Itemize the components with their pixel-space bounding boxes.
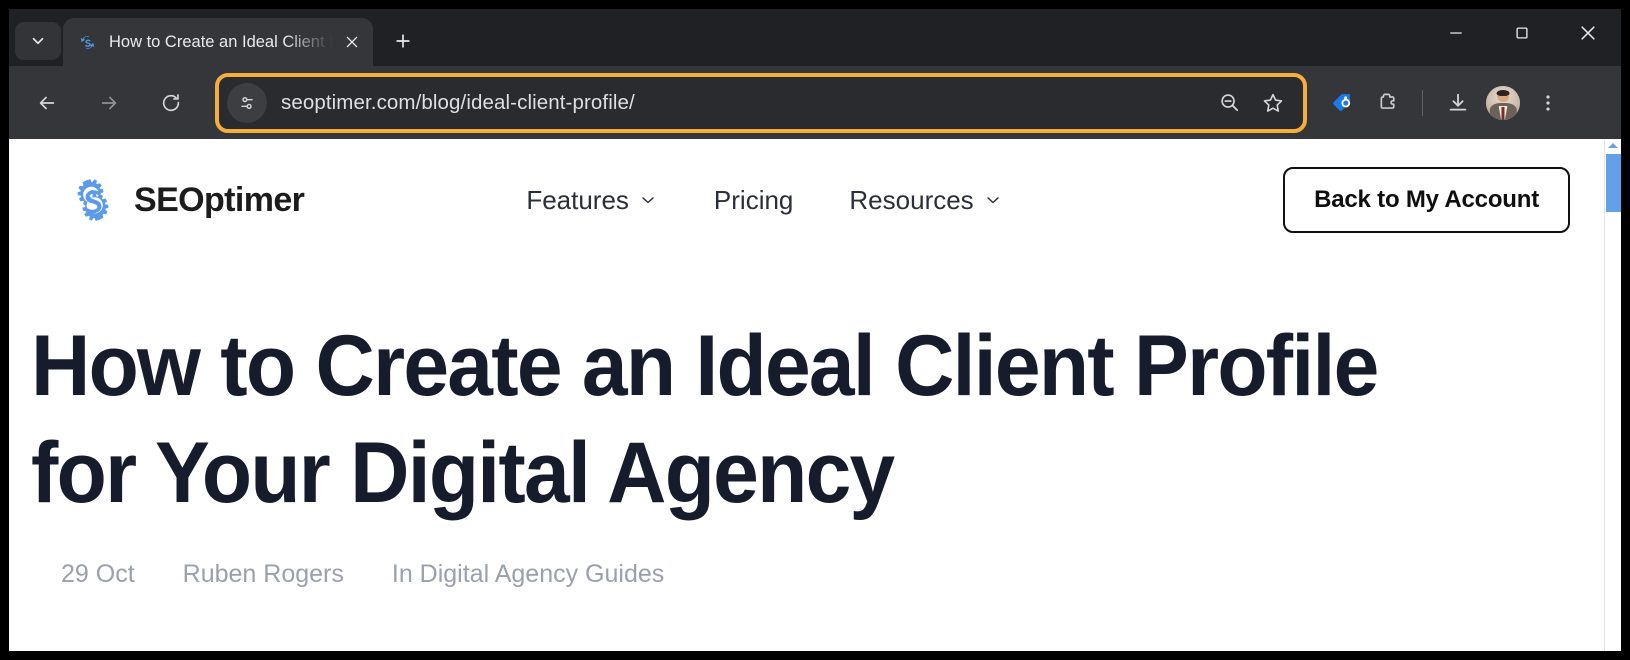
- address-bar-wrapper: seoptimer.com/blog/ideal-client-profile/: [215, 72, 1307, 133]
- article-date: 29 Oct: [61, 560, 135, 589]
- minimize-button[interactable]: [1423, 9, 1489, 57]
- zoom-out-icon: [1220, 94, 1238, 112]
- new-tab-button[interactable]: [383, 21, 423, 61]
- browser-tab-active[interactable]: How to Create an Ideal Client Pr: [63, 18, 373, 66]
- article-author[interactable]: Ruben Rogers: [183, 560, 344, 589]
- chevron-down-icon: [986, 197, 999, 204]
- avatar-tie: [1501, 106, 1505, 120]
- screenshot-root: How to Create an Ideal Client Pr seoptim…: [0, 0, 1630, 660]
- article-category[interactable]: In Digital Agency Guides: [392, 560, 664, 589]
- back-arrow-icon: [39, 96, 55, 109]
- scroll-up-arrow-icon[interactable]: [1608, 143, 1618, 148]
- tab-title: How to Create an Ideal Client Pr: [109, 32, 333, 51]
- tag-extension-button[interactable]: [1321, 81, 1365, 125]
- toolbar-right-icons: [1321, 81, 1570, 125]
- puzzle-piece-icon: [1380, 93, 1395, 109]
- maximize-icon: [1516, 27, 1528, 39]
- chevron-down-icon: [642, 197, 654, 204]
- bookmark-button[interactable]: [1251, 81, 1295, 125]
- three-dot-menu-icon: [1546, 94, 1550, 111]
- extensions-button[interactable]: [1365, 81, 1409, 125]
- nav-label-pricing: Pricing: [713, 184, 794, 215]
- page-title: How to Create an Ideal Client Profile fo…: [31, 318, 1379, 521]
- zoom-out-button[interactable]: [1207, 81, 1251, 125]
- nav-label-features: Features: [526, 184, 629, 215]
- toolbar-divider: [1422, 89, 1423, 116]
- tab-close-button[interactable]: [337, 27, 367, 57]
- page-scrollbar[interactable]: [1604, 139, 1621, 651]
- window-close-button[interactable]: [1555, 9, 1621, 57]
- back-to-my-account-button[interactable]: Back to My Account: [1283, 167, 1570, 233]
- nav-item-features[interactable]: Features: [526, 185, 658, 216]
- window-controls: [1423, 9, 1621, 57]
- web-page: SEOptimer Features Pricing Resources Bac…: [9, 139, 1604, 651]
- close-icon: [346, 36, 358, 48]
- download-icon: [1449, 93, 1467, 110]
- seoptimer-favicon: [77, 32, 97, 52]
- plus-icon: [396, 34, 410, 48]
- close-icon: [1581, 26, 1595, 40]
- star-icon: [1263, 93, 1283, 112]
- browser-toolbar: seoptimer.com/blog/ideal-client-profile/: [9, 66, 1621, 139]
- back-button[interactable]: [25, 81, 69, 125]
- downloads-button[interactable]: [1436, 81, 1480, 125]
- nav-item-pricing[interactable]: Pricing: [714, 185, 793, 216]
- seoptimer-gear-logo: [77, 179, 109, 221]
- omnibox-actions: [1207, 81, 1295, 125]
- tab-strip: How to Create an Ideal Client Pr: [9, 9, 1621, 66]
- reload-button[interactable]: [149, 81, 193, 125]
- nav-label-resources: Resources: [849, 184, 974, 215]
- forward-button[interactable]: [87, 81, 131, 125]
- blue-tag-icon: [1333, 93, 1351, 111]
- site-header: SEOptimer Features Pricing Resources Bac…: [9, 139, 1604, 261]
- maximize-button[interactable]: [1489, 9, 1555, 57]
- tune-sliders-icon: [241, 96, 253, 109]
- site-information-button[interactable]: [227, 82, 267, 123]
- brand-logo-link[interactable]: SEOptimer: [65, 172, 305, 228]
- nav-item-resources[interactable]: Resources: [849, 185, 1002, 216]
- article-meta: 29 Oct Ruben Rogers In Digital Agency Gu…: [31, 560, 1544, 589]
- tab-search-button[interactable]: [15, 22, 61, 60]
- minimize-icon: [1450, 32, 1462, 34]
- main-navigation: Features Pricing Resources: [526, 185, 1002, 216]
- chevron-down-icon: [32, 37, 44, 45]
- forward-arrow-icon: [101, 96, 117, 109]
- brand-name: SEOptimer: [134, 180, 305, 219]
- avatar-hair: [1496, 89, 1510, 97]
- profile-avatar[interactable]: [1486, 85, 1520, 120]
- address-bar[interactable]: seoptimer.com/blog/ideal-client-profile/: [219, 76, 1303, 129]
- page-viewport: SEOptimer Features Pricing Resources Bac…: [9, 139, 1621, 651]
- chrome-menu-button[interactable]: [1526, 81, 1570, 125]
- reload-icon: [162, 93, 180, 111]
- scrollbar-thumb[interactable]: [1606, 154, 1621, 212]
- url-text: seoptimer.com/blog/ideal-client-profile/: [281, 90, 635, 114]
- browser-window: How to Create an Ideal Client Pr seoptim…: [9, 9, 1621, 651]
- article-header: How to Create an Ideal Client Profile fo…: [9, 261, 1604, 589]
